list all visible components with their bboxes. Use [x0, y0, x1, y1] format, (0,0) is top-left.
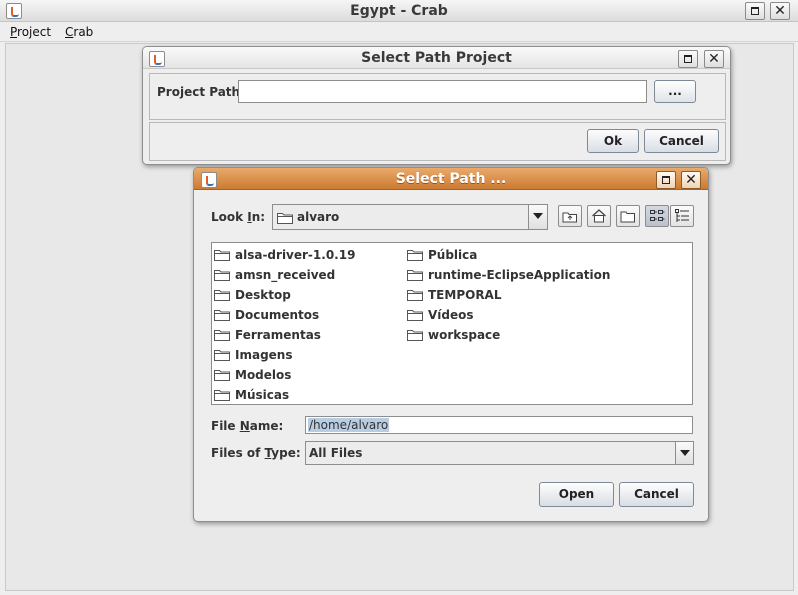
- file-name-value: /home/alvaro: [308, 418, 390, 432]
- folder-item-label: Desktop: [235, 288, 291, 302]
- maximize-button[interactable]: [745, 2, 765, 20]
- folder-item-label: alsa-driver-1.0.19: [235, 248, 356, 262]
- folder-icon: [407, 270, 423, 281]
- close-icon: ✕: [708, 51, 720, 67]
- file-name-input[interactable]: /home/alvaro: [305, 416, 693, 434]
- menu-crab[interactable]: Crab: [65, 25, 93, 39]
- folder-item-label: Músicas: [235, 388, 290, 402]
- file-name-label-part: ame:: [249, 419, 284, 433]
- folder-icon: [277, 213, 293, 224]
- menu-project-mnemonic: P: [10, 25, 18, 39]
- chevron-down-icon[interactable]: [675, 442, 693, 464]
- details-view-icon: [675, 209, 689, 222]
- close-button[interactable]: ✕: [770, 2, 790, 20]
- select-path-project-dialog: Select Path Project ✕ Project Path: ... …: [142, 46, 731, 165]
- folder-icon: [214, 270, 230, 281]
- path-dialog-maximize-button[interactable]: [656, 171, 676, 189]
- maximize-icon: [751, 7, 759, 15]
- folder-item-label: Documentos: [235, 308, 320, 322]
- path-cancel-button[interactable]: Cancel: [619, 482, 694, 507]
- look-in-combo[interactable]: alvaro: [272, 204, 548, 230]
- folder-item-label: amsn_received: [235, 268, 336, 282]
- folder-icon: [214, 350, 230, 361]
- menu-project-label: roject: [17, 25, 52, 39]
- project-dialog-close-button[interactable]: ✕: [704, 50, 724, 68]
- project-dialog-button-panel: Ok Cancel: [149, 122, 726, 161]
- close-icon: ✕: [774, 3, 786, 19]
- folder-item-label: Imagens: [235, 348, 293, 362]
- folder-icon: [214, 330, 230, 341]
- list-view-icon: [650, 210, 665, 221]
- details-view-button[interactable]: [670, 205, 694, 227]
- folder-item-label: Vídeos: [428, 308, 474, 322]
- ok-button[interactable]: Ok: [587, 129, 639, 153]
- home-icon: [592, 209, 606, 223]
- select-path-dialog: Select Path ... ✕ Look In: alvaro alsa-d…: [193, 167, 709, 522]
- file-name-mnemonic: N: [239, 419, 250, 433]
- new-folder-icon: [620, 211, 635, 223]
- project-dialog-maximize-button[interactable]: [678, 50, 698, 68]
- files-of-type-value: All Files: [309, 446, 363, 460]
- file-name-label-part: File: [211, 419, 240, 433]
- folder-icon: [214, 370, 230, 381]
- folder-item-label: Modelos: [235, 368, 292, 382]
- folder-item-label: TEMPORAL: [428, 288, 502, 302]
- folder-item-label: Ferramentas: [235, 328, 321, 342]
- main-window-title: Egypt - Crab: [350, 3, 448, 19]
- project-path-input[interactable]: [238, 80, 647, 103]
- files-of-type-combo[interactable]: All Files: [305, 441, 694, 465]
- project-path-label: Project Path:: [157, 85, 245, 99]
- files-of-type-label: Files of Type:: [211, 446, 301, 460]
- close-icon: ✕: [685, 172, 697, 188]
- menu-crab-label: rab: [73, 25, 94, 39]
- files-of-type-label-part: Files of: [211, 446, 265, 460]
- path-dialog-titlebar: Select Path ... ✕: [194, 168, 708, 190]
- cancel-button[interactable]: Cancel: [644, 129, 719, 153]
- folder-icon: [214, 390, 230, 401]
- folder-item-label: workspace: [428, 328, 501, 342]
- folder-icon: [407, 310, 423, 321]
- look-in-label-part: Look: [211, 210, 248, 224]
- path-dialog-title: Select Path ...: [395, 171, 507, 187]
- project-dialog-title: Select Path Project: [361, 50, 512, 66]
- open-button[interactable]: Open: [539, 482, 614, 507]
- look-in-label-part: n:: [251, 210, 266, 224]
- up-folder-icon: [562, 212, 577, 223]
- home-button[interactable]: [587, 205, 611, 227]
- folder-icon: [407, 330, 423, 341]
- browse-button[interactable]: ...: [654, 80, 696, 103]
- main-window-titlebar: Egypt - Crab ✕: [0, 0, 798, 22]
- path-dialog-close-button[interactable]: ✕: [681, 171, 701, 189]
- menu-bar: Project Crab: [0, 22, 798, 42]
- menu-project[interactable]: Project: [10, 25, 51, 39]
- folder-item-label: runtime-EclipseApplication: [428, 268, 611, 282]
- look-in-label: Look In:: [211, 210, 265, 224]
- list-view-button[interactable]: [645, 205, 669, 227]
- chevron-down-icon[interactable]: [528, 205, 547, 229]
- folder-icon: [214, 290, 230, 301]
- project-path-panel: Project Path: ...: [149, 73, 726, 120]
- folder-icon: [407, 250, 423, 261]
- folder-icon: [214, 250, 230, 261]
- folder-item-label: Pública: [428, 248, 478, 262]
- look-in-value: alvaro: [297, 210, 340, 224]
- files-of-type-label-part: ype:: [271, 446, 301, 460]
- up-one-level-button[interactable]: [558, 205, 582, 227]
- file-list[interactable]: alsa-driver-1.0.19 amsn_received Desktop Do…: [211, 242, 693, 405]
- project-dialog-titlebar: Select Path Project ✕: [143, 47, 730, 69]
- maximize-icon: [662, 176, 670, 184]
- folder-icon: [214, 310, 230, 321]
- file-name-label: File Name:: [211, 419, 283, 433]
- folder-icon: [407, 290, 423, 301]
- maximize-icon: [684, 55, 692, 63]
- new-folder-button[interactable]: [616, 205, 640, 227]
